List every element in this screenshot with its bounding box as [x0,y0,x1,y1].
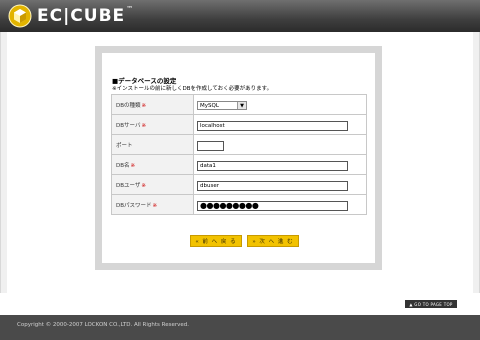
db-server-field-cell: localhost [193,114,367,135]
db-user-label-cell: DBユーザ※ [111,174,194,195]
page-top-button[interactable]: ▲ GO TO PAGE TOP [405,300,457,308]
db-password-label-cell: DBパスワード※ [111,194,194,215]
db-type-label: DBの種類 [116,102,141,109]
logo-trademark: ™ [126,5,134,13]
site-footer: Copyright © 2000-2007 LOCKON CO.,LTD. Al… [0,315,480,340]
db-name-label: DB名 [116,162,130,169]
db-password-field-cell: ●●●●●●●●● [193,194,367,215]
form-row-port: ポート [111,134,367,155]
required-mark: ※ [141,182,147,189]
form-row-db-user: DBユーザ※ dbuser [111,174,367,195]
db-name-input[interactable]: data1 [197,160,348,171]
cube-logo-icon [8,4,32,28]
back-button[interactable]: « 前 へ 戻 る [190,235,242,247]
db-user-label: DBユーザ [116,182,141,189]
required-mark: ※ [141,102,147,109]
port-field-cell [193,134,367,155]
db-user-input[interactable]: dbuser [197,180,348,191]
db-name-field-cell: data1 [193,154,367,175]
required-mark: ※ [152,202,158,209]
port-label: ポート [116,142,133,149]
db-password-input[interactable]: ●●●●●●●●● [197,200,348,211]
port-input[interactable] [197,140,224,151]
section-note: ※インストールの前に新しくDBを作成しておく必要があります。 [112,86,273,92]
next-button[interactable]: » 次 へ 進 む [247,235,299,247]
db-type-label-cell: DBの種類※ [111,94,194,115]
db-server-input[interactable]: localhost [197,120,348,131]
form-row-db-server: DBサーバ※ localhost [111,114,367,135]
db-password-label: DBパスワード [116,202,152,209]
db-type-field-cell: MySQL ▼ [193,94,367,115]
install-panel-inner: ■データベースの設定 ※インストールの前に新しくDBを作成しておく必要があります… [102,53,375,263]
db-user-field-cell: dbuser [193,174,367,195]
db-settings-form: DBの種類※ MySQL ▼ DBサーバ※ localhost ポート DB名※… [111,94,367,215]
db-type-selected-value: MySQL [200,102,219,109]
db-name-label-cell: DB名※ [111,154,194,175]
db-type-select[interactable]: MySQL ▼ [197,101,247,110]
chevron-down-icon[interactable]: ▼ [237,102,246,109]
form-row-db-password: DBパスワード※ ●●●●●●●●● [111,194,367,215]
db-server-label-cell: DBサーバ※ [111,114,194,135]
required-mark: ※ [130,162,136,169]
logo-text: EC|CUBE [37,6,126,26]
port-label-cell: ポート [111,134,194,155]
site-header: EC|CUBE ™ [0,0,480,32]
form-row-db-type: DBの種類※ MySQL ▼ [111,94,367,115]
required-mark: ※ [141,122,147,129]
ec-cube-logo: EC|CUBE ™ [8,3,133,29]
db-server-label: DBサーバ [116,122,141,129]
form-row-db-name: DB名※ data1 [111,154,367,175]
copyright-text: Copyright © 2000-2007 LOCKON CO.,LTD. Al… [17,322,189,328]
install-panel: ■データベースの設定 ※インストールの前に新しくDBを作成しておく必要があります… [95,46,382,270]
